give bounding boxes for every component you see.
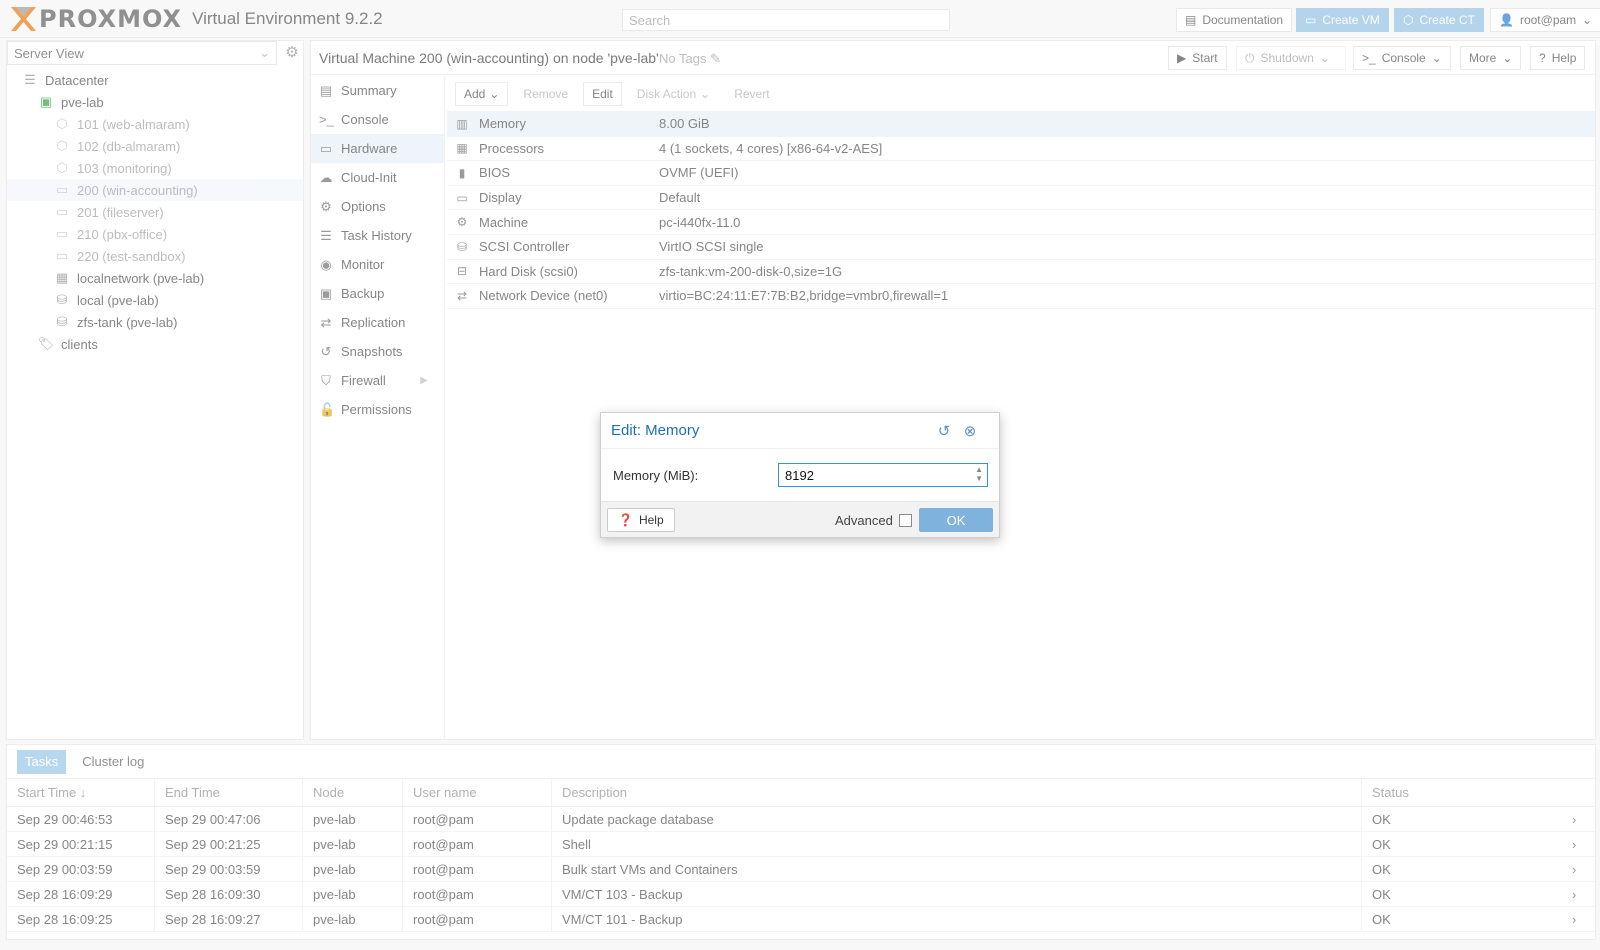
- dialog-header: Edit: Memory ↺ ⊗: [601, 413, 999, 449]
- memory-input[interactable]: 8192 ▲ ▼: [778, 463, 988, 487]
- memory-label: Memory (MiB):: [613, 467, 699, 483]
- ok-button[interactable]: OK: [919, 508, 993, 532]
- dialog-help-button[interactable]: ❓ Help: [607, 508, 675, 532]
- dialog-title: Edit: Memory: [611, 422, 700, 439]
- dialog-body: Memory (MiB): 8192 ▲ ▼: [601, 449, 999, 501]
- advanced-label: Advanced: [835, 513, 893, 528]
- edit-memory-dialog: Edit: Memory ↺ ⊗ Memory (MiB): 8192 ▲ ▼ ❓…: [600, 412, 1000, 538]
- advanced-checkbox[interactable]: [899, 514, 912, 527]
- help-icon: ❓: [618, 513, 633, 527]
- close-icon[interactable]: ⊗: [961, 422, 979, 440]
- reset-icon[interactable]: ↺: [935, 422, 953, 440]
- spinner-icon[interactable]: ▲ ▼: [975, 465, 983, 483]
- dialog-footer: ❓ Help Advanced OK: [601, 501, 999, 537]
